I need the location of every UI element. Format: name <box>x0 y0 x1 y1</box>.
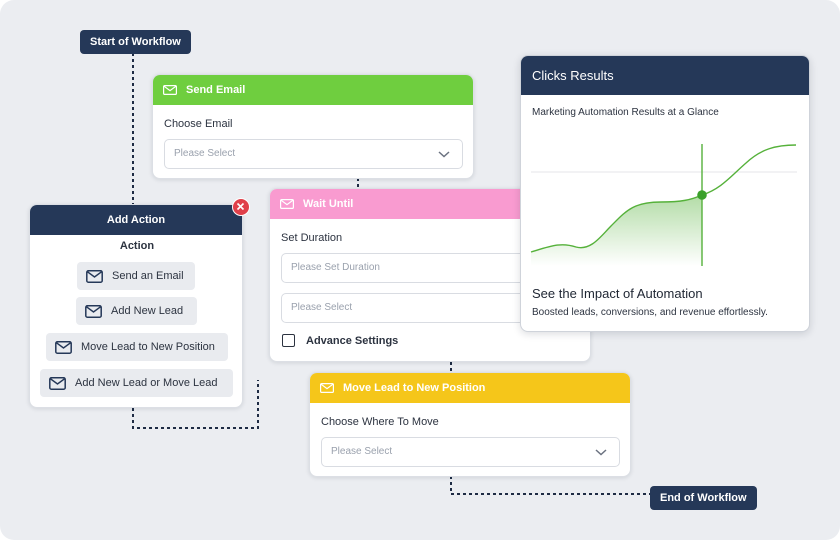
clicks-results-card: Clicks Results Marketing Automation Resu… <box>520 55 810 332</box>
add-new-lead-button[interactable]: Add New Lead <box>76 297 197 325</box>
choose-where-label: Choose Where To Move <box>321 416 439 428</box>
choose-where-select[interactable]: Please Select <box>321 437 620 467</box>
mail-icon <box>163 85 177 95</box>
choose-email-label: Choose Email <box>164 118 233 130</box>
advance-settings-row: Advance Settings <box>282 334 398 347</box>
move-lead-to-new-position-label: Move Lead to New Position <box>81 341 215 353</box>
choose-where-placeholder: Please Select <box>331 446 393 457</box>
close-icon <box>236 202 245 211</box>
advance-settings-label: Advance Settings <box>306 334 399 347</box>
end-of-workflow-badge: End of Workflow <box>650 486 757 510</box>
send-email-title: Send Email <box>186 84 246 96</box>
send-an-email-button[interactable]: Send an Email <box>77 262 195 290</box>
add-new-lead-or-move-lead-button[interactable]: Add New Lead or Move Lead <box>40 369 233 397</box>
move-lead-header: Move Lead to New Position <box>310 373 630 403</box>
clicks-results-header: Clicks Results <box>521 56 809 95</box>
start-of-workflow-badge: Start of Workflow <box>80 30 191 54</box>
move-lead-to-new-position-button[interactable]: Move Lead to New Position <box>46 333 228 361</box>
add-new-lead-or-move-lead-label: Add New Lead or Move Lead <box>75 377 218 389</box>
mail-icon <box>280 199 294 209</box>
advance-settings-checkbox[interactable] <box>282 334 295 347</box>
close-add-action-button[interactable] <box>232 198 250 216</box>
send-email-card: Send Email Choose Email Please Select <box>152 74 474 179</box>
duration-unit-placeholder: Please Select <box>291 302 353 313</box>
mail-icon <box>49 376 66 390</box>
workflow-canvas: Start of Workflow End of Workflow Send E… <box>0 0 840 540</box>
send-email-header: Send Email <box>153 75 473 105</box>
mail-icon <box>85 304 102 318</box>
add-action-header: Add Action <box>30 205 242 235</box>
add-action-panel: Add Action Action Send an Email Add New … <box>29 204 243 408</box>
set-duration-label: Set Duration <box>281 232 343 244</box>
impact-headline: See the Impact of Automation <box>532 286 703 301</box>
duration-placeholder: Please Set Duration <box>291 262 380 273</box>
add-new-lead-label: Add New Lead <box>111 305 184 317</box>
move-lead-title: Move Lead to New Position <box>343 382 486 394</box>
move-lead-card: Move Lead to New Position Choose Where T… <box>309 372 631 477</box>
chart-focus-point[interactable] <box>697 190 707 200</box>
connector-move-to-end <box>450 476 652 495</box>
clicks-trend-chart <box>530 144 797 266</box>
chart-area-fill <box>531 195 702 266</box>
mail-icon <box>86 269 103 283</box>
mail-icon <box>320 383 334 393</box>
impact-description: Boosted leads, conversions, and revenue … <box>532 307 768 318</box>
mail-icon <box>55 340 72 354</box>
clicks-results-subtitle: Marketing Automation Results at a Glance <box>532 107 719 118</box>
chevron-down-icon <box>595 449 607 456</box>
chevron-down-icon <box>438 151 450 158</box>
action-subtitle: Action <box>119 240 155 252</box>
choose-email-placeholder: Please Select <box>174 148 236 159</box>
clicks-results-title: Clicks Results <box>532 68 614 83</box>
choose-email-select[interactable]: Please Select <box>164 139 463 169</box>
wait-until-title: Wait Until <box>303 198 354 210</box>
send-an-email-label: Send an Email <box>112 270 184 282</box>
add-action-title: Add Action <box>106 214 166 226</box>
